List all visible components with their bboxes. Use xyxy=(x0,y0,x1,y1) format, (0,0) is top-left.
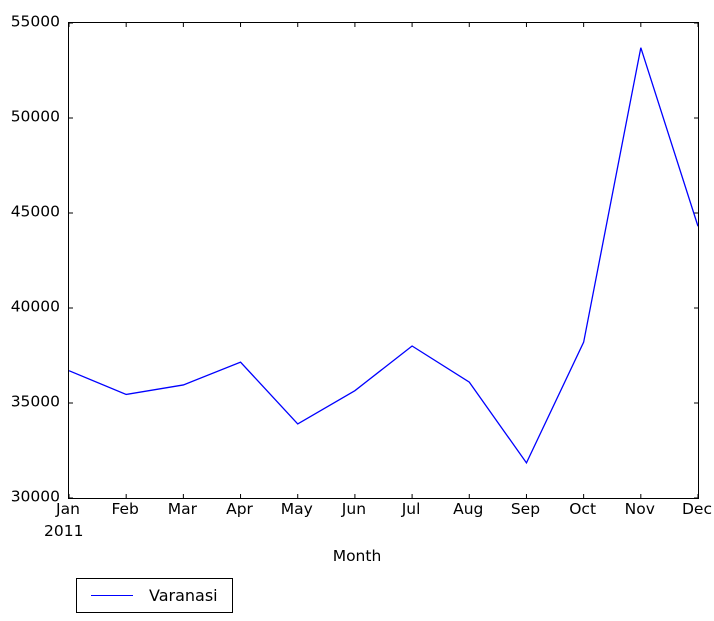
x-axis-tick-label: Sep xyxy=(510,500,541,518)
plot-area xyxy=(68,22,699,499)
x-axis-tick-label: Aug xyxy=(453,500,484,518)
x-axis-tick-label: Dec xyxy=(682,500,712,518)
x-axis-tick-label: May xyxy=(280,500,313,518)
x-axis-tick-label: Jan xyxy=(56,500,80,518)
legend-line-swatch-varanasi xyxy=(91,595,133,596)
x-axis-tick-label: Mar xyxy=(167,500,197,518)
x-axis-tick-label: Feb xyxy=(111,500,139,518)
chart-figure: 30000 35000 40000 45000 50000 55000 Jan Feb Mar… xyxy=(0,0,714,621)
series-line-varanasi xyxy=(69,47,698,465)
y-axis-tick-label: 55000 xyxy=(10,12,60,31)
x-axis-tick-label: Jul xyxy=(401,500,421,518)
y-axis-tick-label: 35000 xyxy=(10,392,60,411)
line-chart-svg xyxy=(69,23,698,498)
y-axis-tick-label: 50000 xyxy=(10,107,60,126)
y-axis-tick-label: 45000 xyxy=(10,202,60,221)
legend-label-varanasi: Varanasi xyxy=(149,585,218,605)
x-axis-tick-labels: Jan Feb Mar Apr May Jun Jul Aug Sep Oct Nov Dec xyxy=(0,500,714,526)
x-axis-tick-label: Oct xyxy=(569,500,597,518)
x-axis-year-label: 2011 xyxy=(44,522,84,540)
x-axis-tick-label: Nov xyxy=(624,500,655,518)
y-axis-tick-label: 40000 xyxy=(10,297,60,316)
x-axis-tick-label: Jun xyxy=(341,500,367,518)
x-axis-tick-label: Apr xyxy=(226,500,253,518)
chart-legend: Varanasi xyxy=(76,578,233,613)
x-axis-title: Month xyxy=(332,547,382,565)
axis-tick-marks xyxy=(69,23,698,498)
